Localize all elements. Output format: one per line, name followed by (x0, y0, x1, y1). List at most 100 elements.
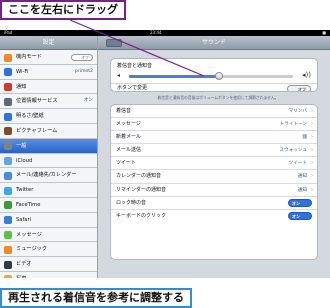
sidebar-item-label: Safari (16, 216, 32, 223)
sound-setting-row[interactable]: 新着メール 鐘 › (111, 131, 317, 145)
sound-setting-row[interactable]: 着信音 マリンバ › (111, 105, 317, 119)
sidebar-item-icon (4, 171, 12, 180)
change-with-buttons-label: ボタンで変更 (117, 85, 148, 91)
sound-setting-row[interactable]: メッセージ トライトーン › (111, 118, 317, 132)
chevron-right-icon: › (311, 108, 313, 114)
volume-slider-track[interactable] (129, 75, 293, 78)
volume-max-icon: ◂)) (302, 71, 311, 79)
sidebar-item[interactable]: Safari (0, 212, 97, 228)
sidebar-item-value: オン (83, 98, 93, 104)
chevron-right-icon: › (311, 186, 313, 193)
airplane-mode-toggle[interactable]: オフ (71, 54, 93, 61)
sidebar-item-icon (4, 53, 12, 62)
sidebar-item-label: 明るさ/壁紙 (16, 113, 44, 120)
sidebar-item-icon (4, 231, 12, 240)
sidebar-item-label: 位置情報サービス (16, 98, 58, 105)
instruction-callout-drag: ここを左右にドラッグ (0, 0, 126, 20)
sound-setting-toggle[interactable]: オン (288, 212, 312, 221)
sidebar-item-label: iCloud (16, 157, 33, 164)
sidebar-item-icon (4, 260, 12, 269)
chevron-right-icon: › (311, 134, 313, 141)
sound-setting-label: ツイート (116, 160, 137, 167)
volume-slider-knob[interactable] (215, 72, 224, 80)
sidebar-item-label: FaceTime (16, 201, 41, 208)
sidebar-item-icon (4, 83, 12, 92)
sound-setting-label: メッセージ (116, 121, 141, 128)
sound-setting-value: スウォッシュ (279, 148, 307, 154)
volume-label: 着信音と通知音 (117, 63, 153, 69)
sidebar-item-icon (4, 157, 12, 166)
sidebar-item-icon (4, 127, 12, 136)
sidebar-item-label: ピクチャフレーム (16, 127, 58, 134)
navigation-bar: サウンド (98, 36, 330, 50)
sidebar-item-value: primet2 (74, 68, 93, 74)
chevron-right-icon: › (311, 173, 313, 180)
sidebar-item-label: ビデオ (16, 261, 32, 268)
sound-setting-row[interactable]: カレンダーの通知音 通知 › (111, 170, 317, 184)
sidebar-item-label: 機内モード (16, 54, 42, 60)
sidebar-item-label: ミュージック (16, 246, 48, 253)
sound-setting-value: ツイート (288, 161, 307, 167)
sidebar-item[interactable]: ミュージック (0, 242, 97, 258)
sidebar-item-label: 通知 (16, 83, 27, 90)
sidebar-item[interactable]: Twitter (0, 183, 97, 198)
sound-setting-value: トライトーン (279, 122, 307, 128)
volume-slider-fill (129, 75, 220, 78)
sound-settings-pane: サウンド 着信音と通知音 ◂ ◂)) ボタンで変更 オフ 着信音と通知音の音量は… (98, 36, 330, 278)
sound-setting-value: 通知 (297, 174, 307, 180)
volume-group: 着信音と通知音 ◂ ◂)) ボタンで変更 オフ (110, 58, 318, 92)
sidebar-item-icon (4, 112, 12, 121)
sound-setting-row[interactable]: メール送信 スウォッシュ › (111, 144, 317, 158)
sidebar-item[interactable]: ビデオ (0, 257, 97, 272)
sound-setting-row[interactable]: リマインダーの通知音 通知 › (111, 184, 317, 197)
sound-setting-label: キーボードのクリック (116, 212, 167, 219)
sidebar-item-label: メール/連絡先/カレンダー (16, 172, 77, 179)
sidebar-item-icon (4, 201, 12, 210)
ipad-screen: iPad 23:44 ■ 設定 機内モード オフ Wi-Fi primet2 通知 位置情… (0, 30, 330, 278)
sidebar-item-label: 一般 (16, 142, 27, 149)
sidebar-item[interactable]: 一般 (0, 138, 97, 154)
sidebar-list: 機内モード オフ Wi-Fi primet2 通知位置情報サービス オン明るさ/壁紙ピクチ… (0, 50, 97, 278)
sidebar-item[interactable]: 通知 (0, 79, 97, 95)
sidebar-item[interactable]: FaceTime (0, 197, 97, 213)
chevron-right-icon: › (311, 147, 313, 154)
sidebar-item[interactable]: メール/連絡先/カレンダー (0, 168, 97, 184)
sidebar-item-icon (4, 186, 12, 195)
sound-setting-label: 着信音 (116, 108, 132, 114)
sidebar-item[interactable]: 位置情報サービス オン (0, 94, 97, 110)
sidebar-item[interactable]: iCloud (0, 153, 97, 169)
sidebar-item[interactable]: 明るさ/壁紙 (0, 109, 97, 124)
sidebar-item[interactable]: Wi-Fi primet2 (0, 64, 97, 80)
sound-setting-label: ロック時の音 (116, 199, 147, 206)
sound-setting-row[interactable]: ロック時の音 オン (111, 197, 317, 210)
sidebar-item-label: メッセージ (16, 231, 42, 238)
sidebar-item-label: 写真 (16, 276, 26, 278)
sound-setting-row[interactable]: ツイート ツイート › (111, 157, 317, 171)
sidebar-item-icon (4, 275, 12, 278)
volume-min-icon: ◂ (117, 72, 121, 79)
sidebar-item[interactable]: 機内モード オフ (0, 50, 97, 65)
sound-setting-value: 鐘 (302, 135, 307, 141)
sound-setting-row[interactable]: キーボードのクリック オン (111, 210, 317, 223)
sound-setting-label: カレンダーの通知音 (116, 173, 162, 180)
sidebar-item-label: Wi-Fi (16, 68, 29, 75)
volume-note: 着信音と通知音の音量はボリュームボタンを使用して調節されません。 (157, 95, 279, 100)
sound-setting-label: リマインダーの通知音 (116, 186, 167, 193)
sounds-list: 着信音 マリンバ › メッセージ トライトーン › 新着メール鐘 › メール送信 スウォッシュ › ツ… (110, 104, 318, 260)
sound-setting-label: 新着メール (116, 134, 142, 141)
sidebar-title: 設定 (0, 36, 97, 50)
sound-setting-toggle[interactable]: オン (288, 199, 312, 208)
sidebar-item-icon (4, 142, 12, 151)
sidebar-item-icon (4, 68, 12, 77)
sound-setting-label: メール送信 (116, 147, 142, 154)
sidebar-item-icon (4, 97, 12, 106)
chevron-right-icon: › (311, 160, 313, 167)
sidebar-item-label: Twitter (16, 187, 34, 194)
sidebar-item-icon (4, 216, 12, 225)
instruction-callout-adjust: 再生される着信音を参考に調整する (0, 288, 192, 308)
sound-setting-value: 通知 (297, 187, 307, 193)
sidebar-item[interactable]: ピクチャフレーム (0, 123, 97, 139)
change-with-buttons-toggle[interactable]: オフ (287, 85, 311, 91)
sidebar-item[interactable]: メッセージ (0, 227, 97, 243)
sidebar-item[interactable]: 写真 (0, 271, 97, 278)
